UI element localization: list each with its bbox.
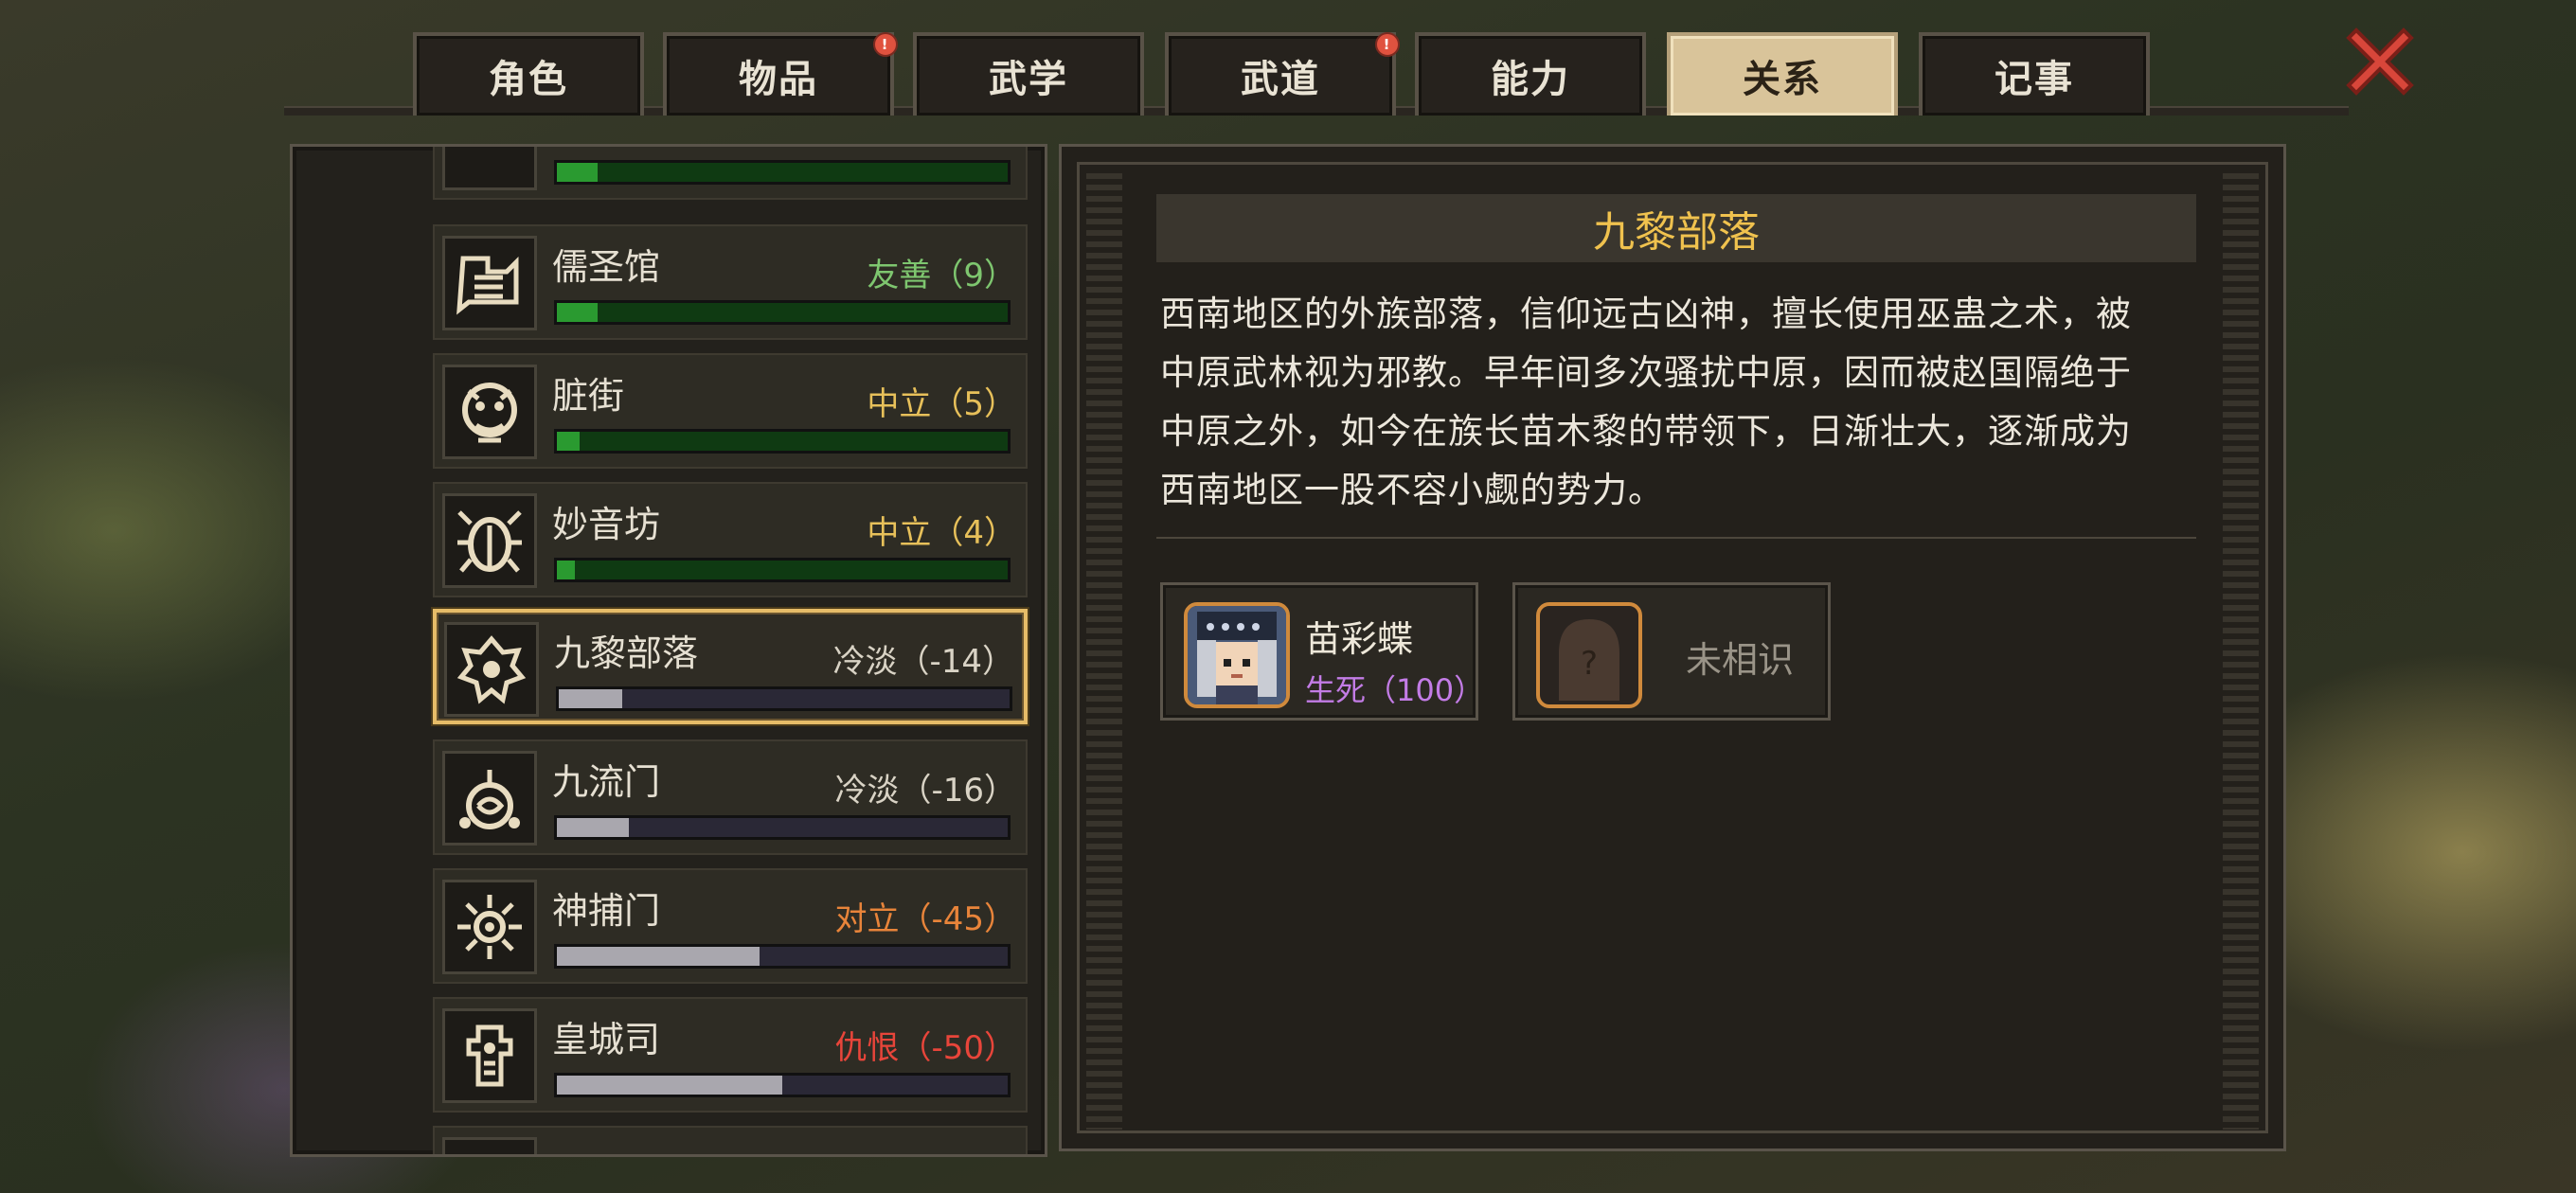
relation-status: 对立（-45） — [834, 900, 1016, 938]
svg-text:?: ? — [1581, 645, 1598, 683]
tab-relations[interactable]: 关系 — [1667, 32, 1898, 116]
description-line: 西南地区的外族部落，信仰远古凶神，擅长使用巫蛊之术，被 — [1160, 294, 2132, 334]
description-line: 西南地区一股不容小觑的势力。 — [1160, 470, 1664, 510]
faction-name: 妙音坊 — [552, 504, 661, 545]
member-card[interactable]: 苗彩蝶 生死（100） — [1160, 582, 1485, 721]
relation-bar — [554, 300, 1011, 325]
faction-list-item[interactable]: 脏街 中立（5） — [433, 353, 1028, 469]
faction-detail-panel: 九黎部落 西南地区的外族部落，信仰远古凶神，擅长使用巫蛊之术，被 中原武林视为邪… — [1059, 144, 2286, 1151]
faction-list-item[interactable] — [433, 147, 1028, 200]
tab-label: 记事 — [1995, 58, 2074, 101]
tab-journal[interactable]: 记事 — [1919, 32, 2150, 116]
tab-martial-arts[interactable]: 武学 — [913, 32, 1144, 116]
relation-status: 友善（9） — [867, 257, 1016, 294]
faction-name: 神捕门 — [552, 890, 661, 932]
relation-bar — [554, 160, 1011, 185]
character-relation: 生死（100） — [1305, 672, 1485, 708]
tab-character[interactable]: 角色 — [413, 32, 644, 116]
tab-label: 角色 — [489, 58, 568, 101]
divider — [1156, 537, 2196, 539]
faction-emblem-icon — [444, 622, 539, 717]
relation-status: 仇恨（-50） — [834, 1029, 1016, 1067]
faction-name: 儒圣馆 — [552, 246, 661, 288]
relation-bar — [554, 558, 1011, 582]
faction-emblem-icon — [442, 1008, 537, 1103]
tab-label: 武学 — [989, 58, 1068, 101]
tab-label: 能力 — [1491, 58, 1570, 101]
description-line: 中原武林视为邪教。早年间多次骚扰中原，因而被赵国隔绝于 — [1160, 352, 2132, 393]
close-icon — [2346, 27, 2414, 96]
relation-status: 中立（4） — [867, 514, 1016, 552]
character-portrait — [1184, 602, 1290, 708]
character-avatar-icon — [1188, 606, 1286, 704]
faction-name: 九流门 — [552, 761, 661, 803]
relation-status: 冷淡（-14） — [832, 643, 1014, 681]
faction-emblem-icon — [442, 1137, 537, 1154]
tab-label: 物品 — [739, 58, 818, 101]
faction-name: 九黎部落 — [554, 632, 699, 674]
faction-description: 西南地区的外族部落，信仰远古凶神，擅长使用巫蛊之术，被 中原武林视为邪教。早年间… — [1160, 285, 2196, 520]
faction-title: 九黎部落 — [1156, 194, 2196, 262]
tab-abilities[interactable]: 能力 — [1415, 32, 1646, 116]
faction-list-item[interactable]: 妙音坊 中立（4） — [433, 482, 1028, 597]
faction-list[interactable]: 儒圣馆 友善（9） 脏街 中立（5） 妙音坊 中立（4） 九黎部落 冷淡（-14… — [290, 144, 1047, 1157]
faction-emblem-icon — [442, 147, 537, 190]
relation-bar — [554, 944, 1011, 969]
faction-list-item[interactable]: 儒圣馆 友善（9） — [433, 224, 1028, 340]
notification-badge: ! — [1375, 32, 1400, 57]
unknown-label: 未相识 — [1686, 639, 1795, 681]
faction-emblem-icon — [442, 365, 537, 459]
relation-status: 中立（5） — [867, 385, 1016, 423]
relation-bar — [554, 815, 1011, 840]
character-name: 苗彩蝶 — [1305, 618, 1414, 660]
faction-emblem-icon — [442, 236, 537, 330]
faction-name: 皇城司 — [552, 1019, 661, 1060]
description-line: 中原之外，如今在族长苗木黎的带领下，日渐壮大，逐渐成为 — [1160, 411, 2132, 452]
unknown-member-card[interactable]: ? 未相识 — [1512, 582, 1831, 721]
unknown-portrait: ? — [1536, 602, 1642, 708]
tab-wudao[interactable]: 武道! — [1165, 32, 1400, 116]
tab-label: 武道 — [1241, 58, 1320, 101]
notification-badge: ! — [873, 32, 898, 57]
faction-list-item-selected[interactable]: 九黎部落 冷淡（-14） — [433, 609, 1028, 724]
close-button[interactable] — [2339, 21, 2421, 102]
border-pattern — [2223, 173, 2259, 1130]
tab-label: 关系 — [1743, 58, 1822, 101]
faction-name: 脏街 — [552, 375, 625, 417]
faction-list-item[interactable] — [433, 1126, 1028, 1154]
faction-emblem-icon — [442, 880, 537, 974]
border-pattern — [1086, 173, 1122, 1130]
faction-list-item[interactable]: 皇城司 仇恨（-50） — [433, 997, 1028, 1113]
faction-list-item[interactable]: 神捕门 对立（-45） — [433, 868, 1028, 984]
faction-emblem-icon — [442, 751, 537, 846]
relation-status: 冷淡（-16） — [834, 772, 1016, 810]
unknown-silhouette-icon: ? — [1559, 619, 1619, 701]
relation-bar — [554, 429, 1011, 454]
tab-items[interactable]: 物品! — [663, 32, 898, 116]
faction-title-text: 九黎部落 — [1593, 208, 1760, 257]
faction-list-item[interactable]: 九流门 冷淡（-16） — [433, 739, 1028, 855]
relation-bar — [556, 686, 1012, 711]
faction-emblem-icon — [442, 493, 537, 588]
relation-bar — [554, 1073, 1011, 1097]
